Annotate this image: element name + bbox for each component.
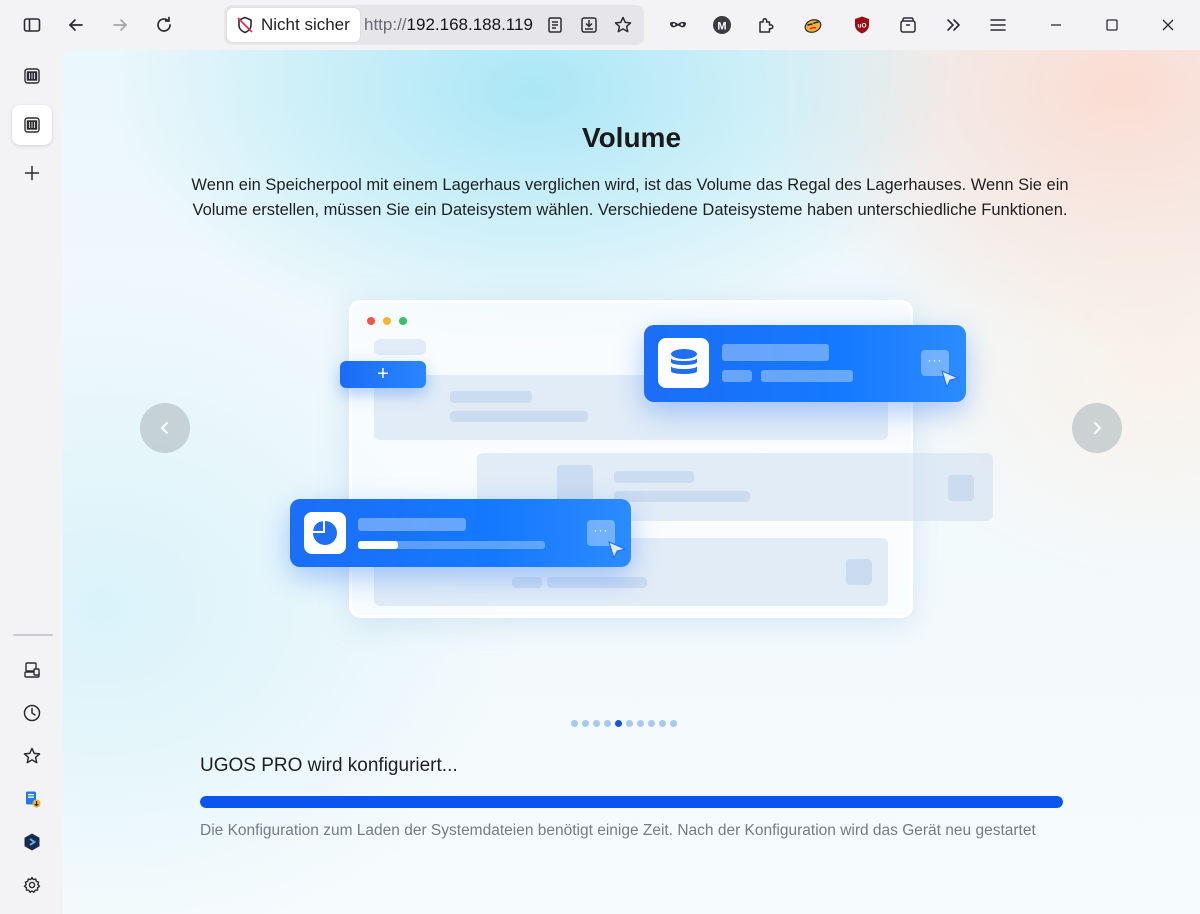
reader-view-icon[interactable]: [542, 12, 568, 38]
synced-devices-icon[interactable]: [12, 650, 52, 690]
volume-card: ···: [290, 499, 631, 567]
history-clock-icon[interactable]: [12, 693, 52, 733]
close-icon[interactable]: [1150, 7, 1186, 43]
progress-bar: [200, 796, 1063, 808]
back-arrow-icon[interactable]: [58, 7, 94, 43]
window-dot-red: [367, 317, 375, 325]
card-bar: [722, 344, 829, 361]
ghost-square: [948, 475, 974, 501]
ghost-square: [846, 559, 872, 585]
overflow-chevrons-icon[interactable]: [936, 7, 972, 43]
slide-dot[interactable]: [582, 720, 589, 727]
ghost-line: [450, 391, 532, 403]
mask-extension-icon[interactable]: [660, 7, 696, 43]
cursor-pointer-icon: [608, 541, 627, 560]
forward-arrow-icon[interactable]: [102, 7, 138, 43]
storage-card: ···: [644, 325, 966, 402]
slide-dot[interactable]: [637, 720, 644, 727]
next-slide-button[interactable]: [1072, 403, 1122, 453]
ghost-line: [512, 577, 542, 588]
new-tab-plus-icon[interactable]: [12, 153, 52, 193]
slide-dot[interactable]: [615, 720, 622, 727]
ghost-line: [450, 411, 588, 422]
card-bar: [358, 518, 466, 531]
database-icon: [658, 338, 709, 388]
minimize-icon[interactable]: [1038, 7, 1074, 43]
m-extension-icon[interactable]: M: [704, 7, 740, 43]
ghost-block: [374, 339, 426, 355]
slide-dot[interactable]: [571, 720, 578, 727]
card-bar: [722, 370, 752, 382]
ghost-line: [547, 577, 647, 588]
slide-dot[interactable]: [626, 720, 633, 727]
progress-bar-fill: [200, 796, 1063, 808]
svg-text:uO: uO: [857, 23, 866, 30]
save-page-icon[interactable]: [576, 12, 602, 38]
url-host: 192.168.188.119: [406, 15, 533, 34]
face-extension-icon[interactable]: [795, 7, 831, 43]
window-dot-green: [399, 317, 407, 325]
security-indicator[interactable]: Nicht sicher: [227, 8, 360, 42]
status-note: Die Konfiguration zum Laden der Systemda…: [200, 822, 1036, 839]
reload-icon[interactable]: [146, 7, 182, 43]
app-hexagon-icon[interactable]: [12, 822, 52, 862]
hamburger-menu-icon[interactable]: [980, 7, 1016, 43]
setup-page: Volume Wenn ein Speicherpool mit einem L…: [63, 50, 1200, 914]
bookmarks-star-icon[interactable]: [12, 736, 52, 776]
page-description: Wenn ein Speicherpool mit einem Lagerhau…: [191, 176, 1069, 219]
url-protocol: http://: [364, 15, 407, 34]
security-label: Nicht sicher: [261, 15, 350, 34]
card-progress-fill: [358, 541, 398, 549]
ghost-line: [614, 491, 750, 502]
sidebar-toggle-icon[interactable]: [14, 7, 50, 43]
pie-chart-icon: [304, 512, 346, 554]
status-text: UGOS PRO wird konfiguriert...: [200, 755, 458, 776]
slide-dot[interactable]: [648, 720, 655, 727]
maximize-icon[interactable]: [1094, 7, 1130, 43]
window-dot-yellow: [383, 317, 391, 325]
not-secure-shield-icon: [237, 16, 253, 34]
cursor-pointer-icon: [941, 370, 960, 389]
slide-dot[interactable]: [659, 720, 666, 727]
tab-nas-active-icon[interactable]: [12, 105, 52, 145]
slide-pagination: [571, 720, 677, 728]
browser-sidebar: [0, 50, 63, 914]
ghost-line: [614, 471, 694, 483]
container-icon[interactable]: [890, 7, 926, 43]
browser-toolbar: Nicht sicher http://192.168.188.119 M uO: [0, 0, 1200, 50]
url-bar[interactable]: Nicht sicher http://192.168.188.119: [224, 5, 644, 45]
url-text[interactable]: http://192.168.188.119: [364, 15, 534, 35]
page-title: Volume: [581, 122, 682, 153]
card-bar: [761, 370, 853, 382]
chevron-left-icon: [160, 422, 168, 434]
svg-text:M: M: [717, 20, 726, 32]
bookmark-star-icon[interactable]: [610, 12, 636, 38]
downloads-icon[interactable]: [12, 779, 52, 819]
sidebar-divider: [13, 634, 53, 636]
settings-gear-icon[interactable]: [12, 865, 52, 905]
tab-nas-icon[interactable]: [12, 56, 52, 96]
slide-dot[interactable]: [593, 720, 600, 727]
ublock-icon[interactable]: uO: [844, 7, 880, 43]
add-volume-button: +: [340, 361, 426, 388]
chevron-right-icon: [1094, 422, 1102, 434]
slide-dot[interactable]: [604, 720, 611, 727]
prev-slide-button[interactable]: [140, 403, 190, 453]
slide-dot[interactable]: [670, 720, 677, 727]
puzzle-extensions-icon[interactable]: [748, 7, 784, 43]
